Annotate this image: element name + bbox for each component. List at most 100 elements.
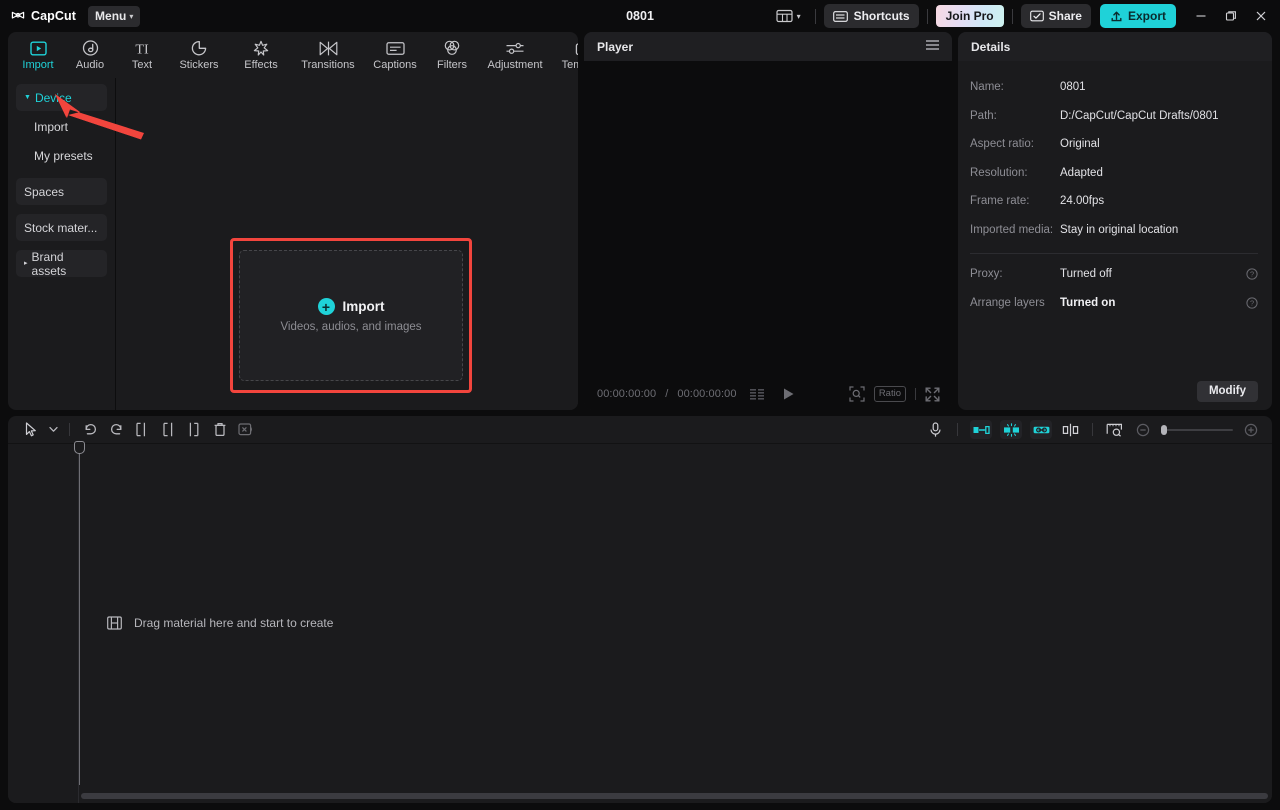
help-icon[interactable]: ? xyxy=(1246,268,1258,280)
player-total-time: 00:00:00:00 xyxy=(677,388,736,400)
sidebar-item-brand-assets[interactable]: ▸ Brand assets xyxy=(16,250,107,277)
zoom-slider-track[interactable] xyxy=(1161,429,1233,431)
trim-right-icon[interactable] xyxy=(181,419,207,441)
menu-button[interactable]: Menu ▾ xyxy=(88,6,140,27)
triangle-right-icon: ▸ xyxy=(24,260,28,267)
import-dropzone[interactable]: + Import Videos, audios, and images xyxy=(239,250,463,381)
mirror-icon[interactable] xyxy=(1057,419,1083,441)
crop-preview-icon[interactable] xyxy=(1102,419,1128,441)
split-icon[interactable] xyxy=(129,419,155,441)
tab-stickers[interactable]: Stickers xyxy=(168,33,230,77)
captions-icon xyxy=(386,40,405,57)
tab-label: Adjustment xyxy=(487,60,542,71)
details-header: Details xyxy=(958,32,1272,61)
import-dropzone-sub: Videos, audios, and images xyxy=(280,321,421,333)
tab-adjustment[interactable]: Adjustment xyxy=(478,33,552,77)
maximize-button[interactable] xyxy=(1216,3,1246,29)
capcut-window: CapCut Menu ▾ 0801 ▾ xyxy=(0,0,1280,810)
spacer xyxy=(16,243,107,248)
microphone-icon[interactable] xyxy=(922,419,948,441)
import-dropzone-label: Import xyxy=(343,299,385,314)
export-label: Export xyxy=(1128,9,1166,23)
app-brand: CapCut xyxy=(10,8,76,24)
delete-icon[interactable] xyxy=(207,419,233,441)
timeline-tracks[interactable]: Drag material here and start to create xyxy=(78,444,1272,803)
modify-button[interactable]: Modify xyxy=(1197,381,1258,402)
details-panel: Details Name: 0801 Path: D:/CapCut/CapCu… xyxy=(958,32,1272,410)
sidebar-item-device[interactable]: ▼ Device xyxy=(16,84,107,111)
media-tab-bar: Import Audio TI xyxy=(8,32,578,78)
keyboard-icon xyxy=(833,11,848,22)
sidebar-item-label: Stock mater... xyxy=(24,221,97,235)
zoom-out-icon[interactable] xyxy=(1130,419,1156,441)
divider xyxy=(915,388,916,400)
details-key: Resolution: xyxy=(970,167,1060,179)
media-panel: Import Audio TI xyxy=(8,32,578,410)
spacer xyxy=(16,171,107,176)
export-upload-icon xyxy=(1110,10,1123,23)
tab-import[interactable]: Import xyxy=(12,33,64,77)
transitions-icon xyxy=(319,40,338,57)
share-button[interactable]: Share xyxy=(1021,4,1091,28)
timeline-drop-hint-label: Drag material here and start to create xyxy=(134,616,333,630)
link-icon[interactable] xyxy=(1030,420,1052,439)
sidebar-item-label: Import xyxy=(34,120,68,134)
help-icon[interactable]: ? xyxy=(1246,297,1258,309)
timeline-panel: Drag material here and start to create xyxy=(8,416,1272,803)
redo-icon[interactable] xyxy=(103,419,129,441)
timeline-horizontal-scrollbar[interactable] xyxy=(81,793,1268,799)
text-icon: TI xyxy=(131,40,153,57)
export-button[interactable]: Export xyxy=(1100,4,1176,28)
tab-template[interactable]: Template xyxy=(552,33,578,77)
sidebar-item-my-presets[interactable]: My presets xyxy=(16,142,107,169)
chevron-down-icon[interactable] xyxy=(44,419,62,441)
zoom-in-icon[interactable] xyxy=(1238,419,1264,441)
trim-left-icon[interactable] xyxy=(155,419,181,441)
brand-name: CapCut xyxy=(31,9,76,23)
close-button[interactable] xyxy=(1246,3,1276,29)
minimize-button[interactable] xyxy=(1186,3,1216,29)
playhead-handle[interactable] xyxy=(74,441,85,454)
tab-captions[interactable]: Captions xyxy=(364,33,426,77)
sidebar-item-spaces[interactable]: Spaces xyxy=(16,178,107,205)
tab-audio[interactable]: Audio xyxy=(64,33,116,77)
timeline-zoom-slider[interactable] xyxy=(1161,429,1233,431)
details-value: 0801 xyxy=(1060,81,1086,93)
magnify-fit-icon[interactable] xyxy=(849,386,865,402)
hamburger-icon[interactable] xyxy=(925,38,940,56)
tab-filters[interactable]: Filters xyxy=(426,33,478,77)
tab-text[interactable]: TI Text xyxy=(116,33,168,77)
divider xyxy=(815,9,816,24)
adjustment-icon xyxy=(505,40,525,57)
undo-icon[interactable] xyxy=(77,419,103,441)
audio-separate-icon[interactable] xyxy=(233,419,259,441)
tab-transitions[interactable]: Transitions xyxy=(292,33,364,77)
sidebar-item-label: Brand assets xyxy=(32,250,99,278)
chevron-down-icon: ▾ xyxy=(129,12,133,21)
keyframe-out-icon[interactable] xyxy=(970,420,992,439)
timeline-toolbar xyxy=(8,416,1272,444)
shortcuts-button[interactable]: Shortcuts xyxy=(824,4,919,28)
import-row: + Import xyxy=(318,298,385,315)
select-arrow-icon[interactable] xyxy=(18,419,44,441)
title-bar: CapCut Menu ▾ 0801 ▾ xyxy=(0,0,1280,32)
tab-effects[interactable]: Effects xyxy=(230,33,292,77)
stickers-icon xyxy=(191,40,208,57)
player-canvas[interactable] xyxy=(584,61,952,378)
join-pro-button[interactable]: Join Pro xyxy=(936,5,1004,27)
sidebar-item-stock-materials[interactable]: Stock mater... xyxy=(16,214,107,241)
quality-icon[interactable] xyxy=(750,388,767,401)
sidebar-item-label: Spaces xyxy=(24,185,64,199)
timeline-canvas[interactable]: Drag material here and start to create xyxy=(8,444,1272,803)
layout-switch-button[interactable]: ▾ xyxy=(770,4,807,28)
divider xyxy=(927,9,928,24)
fullscreen-icon[interactable] xyxy=(925,387,940,402)
auto-cut-icon[interactable] xyxy=(1000,420,1022,439)
player-current-time: 00:00:00:00 xyxy=(597,388,656,400)
timeline-drop-hint[interactable]: Drag material here and start to create xyxy=(79,598,1252,648)
ratio-button[interactable]: Ratio xyxy=(874,386,906,402)
zoom-slider-knob[interactable] xyxy=(1161,425,1167,435)
play-icon[interactable] xyxy=(782,387,795,401)
sidebar-item-import[interactable]: Import xyxy=(16,113,107,140)
triangle-down-icon: ▼ xyxy=(24,94,31,101)
